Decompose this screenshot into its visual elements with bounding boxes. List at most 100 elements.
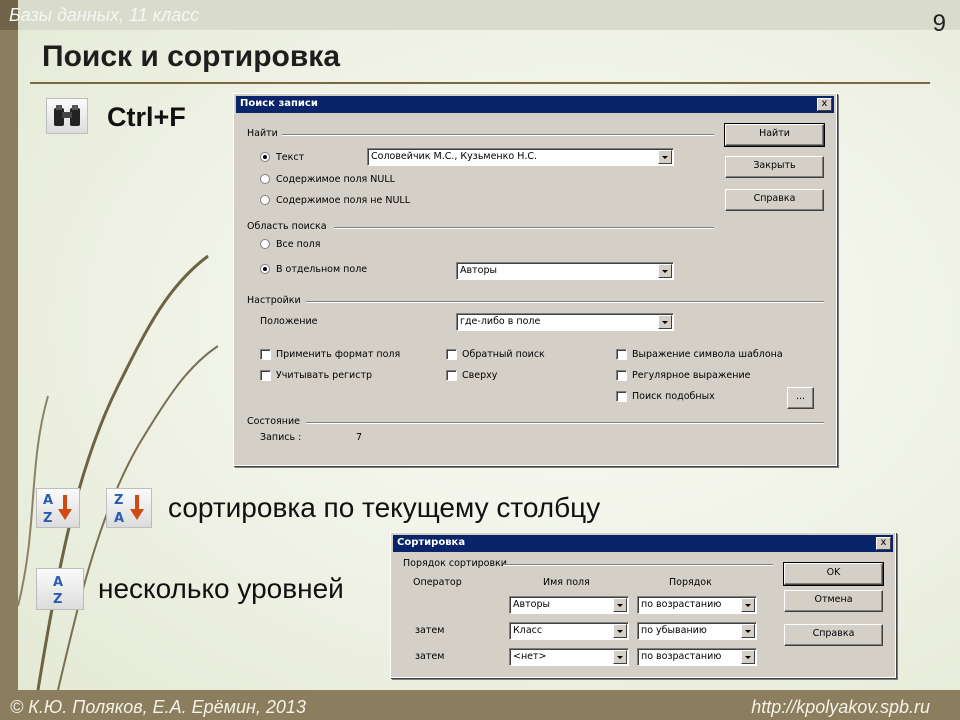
- radio-single-field-label: В отдельном поле: [276, 264, 368, 275]
- course-label: Базы данных, 11 класс: [9, 5, 200, 25]
- status-group-line: [306, 422, 824, 424]
- sort-operator-3: затем: [415, 651, 445, 662]
- page-number: 9: [932, 10, 946, 37]
- sort-desc-letter-bottom: A: [114, 511, 124, 526]
- help-button[interactable]: Справка: [725, 189, 824, 211]
- radio-text-label: Текст: [276, 152, 305, 163]
- left-accent-bar: [0, 0, 18, 720]
- similarity-options-button[interactable]: ...: [787, 387, 814, 409]
- close-icon[interactable]: x: [876, 537, 891, 550]
- checkbox-regex[interactable]: [616, 370, 627, 381]
- radio-field-null-label: Содержимое поля NULL: [276, 174, 395, 185]
- checkbox-apply-format-label: Применить формат поля: [276, 349, 401, 360]
- column-field-header: Имя поля: [543, 577, 590, 588]
- chevron-down-icon[interactable]: [613, 650, 627, 664]
- sort-asc-letter-bottom: Z: [43, 511, 52, 526]
- find-record-dialog: Поиск записи x Найти Текст Соловейчик М.…: [233, 93, 837, 466]
- sort-icon[interactable]: A Z: [36, 568, 84, 610]
- sort-order-select-3[interactable]: по возрастанию: [637, 648, 757, 666]
- column-operator-header: Оператор: [413, 577, 462, 588]
- sort-field-select-2[interactable]: Класс: [509, 622, 629, 640]
- hotkey-label: Ctrl+F: [107, 102, 186, 132]
- sort-dialog: Сортировка x Порядок сортировки Оператор…: [390, 532, 896, 678]
- sort-field-value-1: Авторы: [513, 599, 550, 610]
- chevron-down-icon[interactable]: [741, 598, 755, 612]
- checkbox-similarity[interactable]: [616, 391, 627, 402]
- chevron-down-icon[interactable]: [741, 624, 755, 638]
- sort-ascending-icon[interactable]: A Z: [36, 488, 80, 528]
- slide-title: Поиск и сортировка: [42, 40, 341, 73]
- search-text-combo[interactable]: Соловейчик М.С., Кузьменко Н.С.: [367, 148, 674, 166]
- sort-order-value-2: по убыванию: [641, 625, 707, 636]
- sort-group-label: Порядок сортировки: [403, 558, 507, 569]
- sort-group-line: [503, 564, 773, 566]
- sort-field-select-3[interactable]: <нет>: [509, 648, 629, 666]
- chevron-down-icon[interactable]: [658, 315, 672, 329]
- checkbox-regex-label: Регулярное выражение: [632, 370, 751, 381]
- checkbox-match-case[interactable]: [260, 370, 271, 381]
- binoculars-icon[interactable]: [46, 98, 88, 134]
- position-label: Положение: [260, 316, 318, 327]
- column-order-header: Порядок: [669, 577, 712, 588]
- sort-icon-letter-top: A: [53, 575, 63, 590]
- sort-order-select-1[interactable]: по возрастанию: [637, 596, 757, 614]
- sort-field-select-1[interactable]: Авторы: [509, 596, 629, 614]
- field-select-value: Авторы: [460, 265, 497, 276]
- website-url: http://kpolyakov.spb.ru: [751, 697, 930, 717]
- checkbox-match-case-label: Учитывать регистр: [276, 370, 373, 381]
- multi-level-description: несколько уровней: [98, 573, 344, 604]
- sort-operator-2: затем: [415, 625, 445, 636]
- find-dialog-titlebar: Поиск записи x: [236, 96, 834, 113]
- chevron-down-icon[interactable]: [658, 264, 672, 278]
- radio-all-fields[interactable]: [260, 239, 270, 249]
- area-group-line: [334, 227, 714, 229]
- find-group-label: Найти: [247, 128, 278, 139]
- checkbox-from-top[interactable]: [446, 370, 457, 381]
- chevron-down-icon[interactable]: [613, 624, 627, 638]
- sort-field-value-2: Класс: [513, 625, 543, 636]
- radio-text[interactable]: [260, 152, 270, 162]
- checkbox-backwards[interactable]: [446, 349, 457, 360]
- sort-descending-icon[interactable]: Z A: [106, 488, 152, 528]
- chevron-down-icon[interactable]: [613, 598, 627, 612]
- title-underline: [30, 82, 930, 84]
- find-dialog-title: Поиск записи: [240, 98, 318, 109]
- author-credit: © К.Ю. Поляков, Е.А. Ерёмин, 2013: [10, 697, 306, 717]
- close-button[interactable]: Закрыть: [725, 156, 824, 178]
- record-label: Запись :: [260, 432, 302, 443]
- settings-group-label: Настройки: [247, 295, 301, 306]
- ok-button[interactable]: OK: [783, 562, 884, 586]
- chevron-down-icon[interactable]: [658, 150, 672, 164]
- search-text-value: Соловейчик М.С., Кузьменко Н.С.: [371, 151, 538, 162]
- sort-order-value-1: по возрастанию: [641, 599, 722, 610]
- checkbox-backwards-label: Обратный поиск: [462, 349, 545, 360]
- sort-order-value-3: по возрастанию: [641, 651, 722, 662]
- checkbox-wildcard[interactable]: [616, 349, 627, 360]
- status-group-label: Состояние: [247, 416, 300, 427]
- area-group-label: Область поиска: [247, 221, 327, 232]
- position-select[interactable]: где-либо в поле: [456, 313, 674, 331]
- sort-desc-letter-top: Z: [114, 493, 123, 508]
- radio-field-null[interactable]: [260, 174, 270, 184]
- field-select[interactable]: Авторы: [456, 262, 674, 280]
- sort-order-select-2[interactable]: по убыванию: [637, 622, 757, 640]
- radio-field-not-null-label: Содержимое поля не NULL: [276, 195, 411, 206]
- sort-help-button[interactable]: Справка: [784, 624, 883, 646]
- sort-description: сортировка по текущему столбцу: [168, 492, 601, 523]
- sort-dialog-titlebar: Сортировка x: [393, 535, 893, 552]
- sort-field-value-3: <нет>: [513, 651, 547, 662]
- radio-field-not-null[interactable]: [260, 195, 270, 205]
- close-icon[interactable]: x: [817, 98, 832, 111]
- radio-single-field[interactable]: [260, 264, 270, 274]
- radio-all-fields-label: Все поля: [276, 239, 321, 250]
- sort-icon-letter-bottom: Z: [53, 592, 62, 607]
- find-group-line: [282, 134, 714, 136]
- settings-group-line: [306, 301, 824, 303]
- cancel-button[interactable]: Отмена: [784, 590, 883, 612]
- checkbox-apply-format[interactable]: [260, 349, 271, 360]
- chevron-down-icon[interactable]: [741, 650, 755, 664]
- find-button[interactable]: Найти: [724, 123, 825, 147]
- sort-asc-letter-top: A: [43, 493, 53, 508]
- checkbox-wildcard-label: Выражение символа шаблона: [632, 349, 783, 360]
- record-value: 7: [356, 432, 363, 443]
